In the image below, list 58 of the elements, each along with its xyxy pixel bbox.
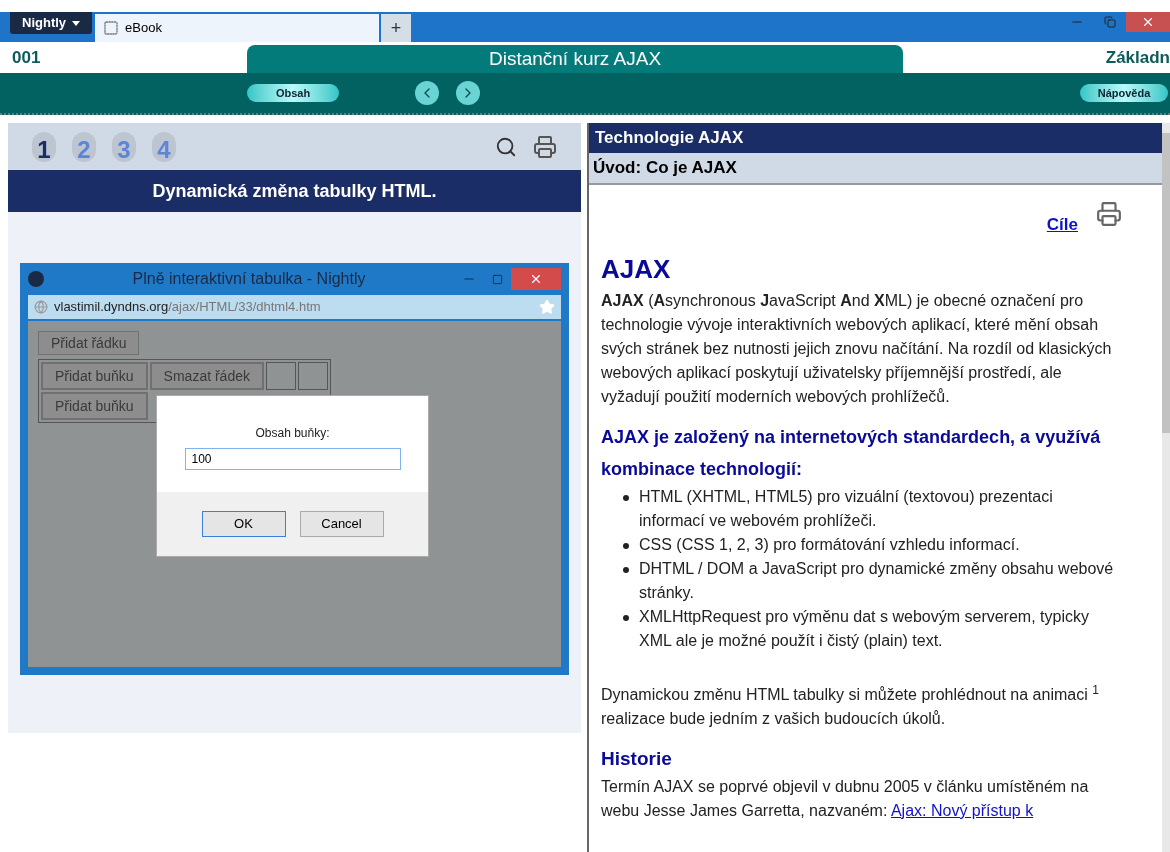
help-button[interactable]: Nápověda <box>1080 84 1168 102</box>
subheading: AJAX je založený na internetových standardech, a využívá kombinace technologií: <box>601 426 1102 481</box>
add-row-button[interactable]: Přidat řádku <box>38 331 140 355</box>
scrollbar[interactable] <box>1162 123 1170 852</box>
close-button[interactable] <box>511 268 561 290</box>
article-heading: AJAX <box>601 253 672 285</box>
dialog-button[interactable]: OK <box>201 511 286 537</box>
new-tab-button[interactable]: + <box>381 14 412 42</box>
star-icon[interactable] <box>539 299 555 315</box>
bullet-icon <box>623 495 629 501</box>
empty-cell <box>298 362 328 390</box>
section-label: Základn <box>1105 46 1170 69</box>
browser-logo-icon <box>28 271 44 287</box>
globe-icon <box>34 300 48 314</box>
close-icon <box>1141 15 1155 29</box>
intro-paragraph: AJAX (Asynchronous JavaScript And XML) je obecné označení pro technologie vývoje interaktivních webových aplikací, které mění obsah svých stránek bez nutnosti jejich znovu načítání. Na rozdíl od klasických webových aplikací poskytují uživatelsky příjemnější prostředí, ale vyžadují použití moderních webových prohlížečů. <box>601 291 1113 407</box>
caret-icon <box>72 20 81 26</box>
bullet-item: DHTML / DOM a JavaScript pro dynamické změny obsahu webové stránky. <box>639 559 1115 603</box>
previous-button[interactable] <box>415 81 439 105</box>
bullet-icon <box>623 543 629 549</box>
close-icon <box>529 272 543 286</box>
goals-link[interactable]: Cíle <box>1046 213 1078 237</box>
lesson-title: Dynamická změna tabulky HTML. <box>8 170 581 212</box>
history-heading: Historie <box>601 747 673 771</box>
printer-icon[interactable] <box>533 134 557 159</box>
page-code: 001 <box>11 46 42 69</box>
next-button[interactable] <box>456 81 480 105</box>
empty-cell <box>266 362 296 390</box>
bullet-item: CSS (CSS 1, 2, 3) pro formátování vzhledu informací. <box>639 535 1020 555</box>
history-paragraph: Termín AJAX se poprvé objevil v dubnu 2005 v článku umístěném na webu Jesse James Garretta, nazvaném: Ajax: Nový přístup k <box>601 777 1090 821</box>
close-button[interactable] <box>1126 12 1170 32</box>
printer-icon[interactable] <box>1096 201 1122 227</box>
bullet-item: XMLHttpRequest pro výměnu dat s webovým serverem, typicky XML ale je možné použít i čistý (plain) text. <box>639 607 1090 651</box>
page-number[interactable]: 1 <box>32 131 56 162</box>
article-link[interactable]: Ajax: Nový přístup k <box>890 802 1034 819</box>
maximize-icon[interactable] <box>492 273 503 285</box>
animation-paragraph: Dynamickou změnu HTML tabulky si můžete prohlédnout na animaci $^{1}$ realizace bude jedním z vašich budoucích úkolů. <box>601 683 1100 729</box>
subsection-title: Úvod: Co je AJAX <box>589 153 1162 185</box>
restore-icon[interactable] <box>1104 16 1116 28</box>
page-icon <box>103 20 120 36</box>
search-icon[interactable] <box>495 135 517 158</box>
bullet-item: HTML (XHTML, HTML5) pro vizuální (textovou) prezentaci informací ve webovém prohlížeči. <box>639 487 1054 531</box>
browser-menu-button[interactable]: Nightly <box>10 12 93 34</box>
bullet-icon <box>623 567 629 573</box>
url-host: vlastimil.dyndns.org <box>54 298 169 317</box>
address-bar[interactable]: vlastimil.dyndns.org/ajax/HTML/33/dhtml4.htm <box>28 295 561 319</box>
url-path: /ajax/HTML/33/dhtml4.htm <box>168 298 321 317</box>
browser-tab[interactable]: eBook <box>95 14 380 42</box>
prompt-label: Obsah buňky: <box>255 425 330 442</box>
dialog-button[interactable]: Cancel <box>299 511 384 537</box>
cell-button[interactable]: Přidat buňku <box>41 362 148 390</box>
bullet-icon <box>623 615 629 621</box>
contents-button[interactable]: Obsah <box>247 84 339 102</box>
cell-button[interactable]: Smazat řádek <box>149 362 264 390</box>
cell-button[interactable]: Přidat buňku <box>41 392 148 420</box>
window-title: Plně interaktivní tabulka - Nightly <box>131 269 367 289</box>
input-field[interactable]: 100 <box>184 448 401 470</box>
section-title: Technologie AJAX <box>589 123 1162 153</box>
